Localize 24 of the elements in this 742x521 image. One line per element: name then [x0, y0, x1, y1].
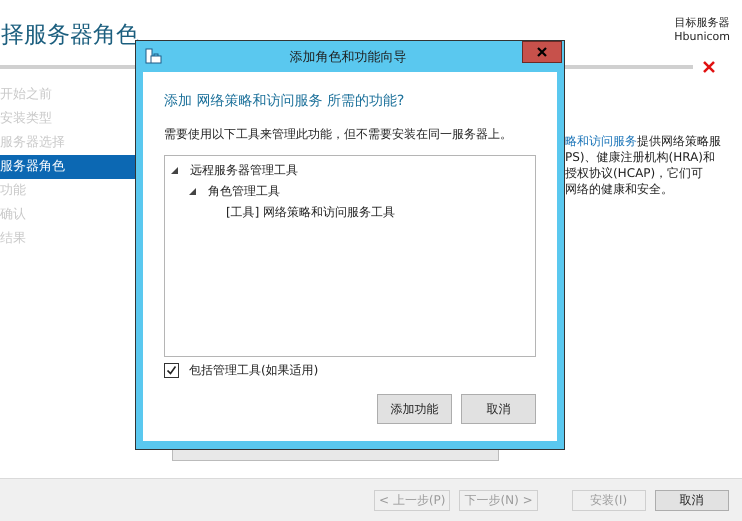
- wizard-step[interactable]: 服务器角色: [0, 155, 135, 179]
- tree-item[interactable]: 远程服务器管理工具: [190, 162, 298, 179]
- target-label: 目标服务器: [674, 16, 730, 30]
- close-button[interactable]: [522, 41, 562, 63]
- description-text: 网络的健康和安全。: [565, 181, 674, 197]
- error-icon: [703, 61, 715, 73]
- checkbox[interactable]: [164, 363, 179, 378]
- description-text: PS)、健康注册机构(HRA)和: [565, 149, 716, 165]
- expand-icon[interactable]: [189, 188, 196, 195]
- tree-item[interactable]: [工具] 网络策略和访问服务工具: [226, 204, 396, 221]
- checkbox-label: 包括管理工具(如果适用): [189, 362, 318, 379]
- dialog-title: 添加角色和功能向导: [288, 48, 408, 66]
- server-toolbox-icon: [145, 48, 162, 65]
- wizard-button[interactable]: 取消: [654, 490, 729, 510]
- expand-icon[interactable]: [171, 167, 178, 174]
- dialog-button[interactable]: 取消: [461, 394, 536, 424]
- dialog-heading: 添加 网络策略和访问服务 所需的功能?: [164, 92, 406, 110]
- tree-item[interactable]: 角色管理工具: [208, 183, 280, 200]
- dialog-button[interactable]: 添加功能: [377, 394, 452, 424]
- description-text: 授权协议(HCAP)，它们可: [565, 165, 704, 181]
- description-text: 略和访问服务提供网络策略服: [565, 133, 722, 149]
- service-link[interactable]: 略和访问服务: [565, 134, 637, 148]
- dialog-text: 需要使用以下工具来管理此功能，但不需要安装在同一服务器上。: [164, 126, 513, 143]
- target-server: Hbunicom: [674, 30, 730, 44]
